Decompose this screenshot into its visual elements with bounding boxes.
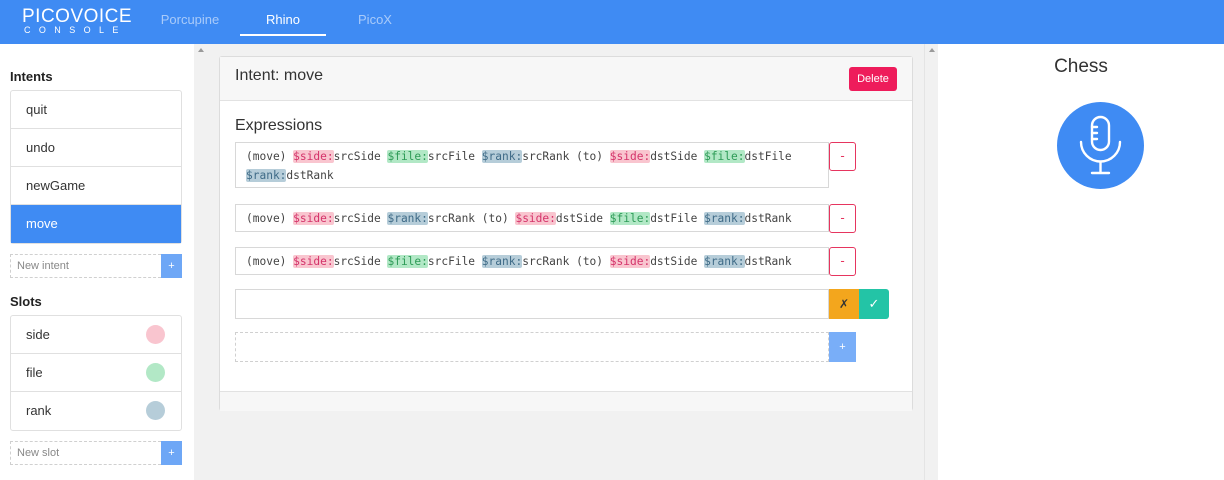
slot-label: rank [26, 403, 52, 418]
sidebar-scrollbar[interactable] [194, 44, 208, 480]
tab-rhino[interactable]: Rhino [240, 0, 326, 44]
slot-item-rank[interactable]: rank [11, 392, 181, 430]
slot-token-rank: $rank: [246, 169, 287, 182]
scroll-up-arrow-icon[interactable] [929, 48, 935, 52]
expression-text: srcRank (to) [522, 255, 610, 268]
expression-text: (move) [246, 150, 294, 163]
slot-token-rank: $rank: [704, 212, 745, 225]
top-nav-bar: PICOVOICE CONSOLE Porcupine Rhino PicoX [0, 0, 1224, 44]
add-expression-button[interactable]: + [829, 332, 856, 362]
picovoice-logo[interactable]: PICOVOICE CONSOLE [22, 7, 134, 37]
intent-item-newgame[interactable]: newGame [11, 167, 181, 205]
intent-title: Intent: move [235, 67, 324, 84]
expression-text: srcFile [427, 255, 482, 268]
expression-text: dstRank [744, 212, 792, 225]
tab-picox-label: PicoX [358, 12, 392, 27]
slot-token-rank: $rank: [704, 255, 745, 268]
expression-text: (move) [246, 255, 294, 268]
expressions-heading: Expressions [235, 117, 323, 134]
intent-card-footer [220, 391, 912, 411]
slot-token-rank: $rank: [481, 255, 523, 268]
expression-text: dstSide [650, 255, 705, 268]
tab-porcupine-label: Porcupine [160, 12, 220, 27]
slot-token-side: $side: [293, 150, 334, 163]
slot-item-file[interactable]: file [11, 354, 181, 392]
active-tab-indicator [240, 34, 326, 36]
slot-token-file: $file: [387, 255, 428, 268]
slot-token-side: $side: [609, 255, 651, 268]
confirm-expression-button[interactable]: ✓ [859, 289, 889, 319]
microphone-button[interactable] [1057, 102, 1144, 189]
expression-text: srcRank (to) [427, 212, 516, 225]
slot-list: side file rank [10, 315, 182, 431]
slot-token-file: $file: [704, 150, 745, 163]
cancel-expression-button[interactable]: ✗ [829, 289, 859, 319]
expression-text: srcRank (to) [522, 150, 610, 163]
expression-text: srcSide [333, 150, 388, 163]
slot-color-dot [146, 325, 165, 344]
intent-item-undo[interactable]: undo [11, 129, 181, 167]
slot-item-side[interactable]: side [11, 316, 181, 354]
slot-token-side: $side: [293, 255, 334, 268]
intents-heading: Intents [10, 69, 53, 84]
slot-token-side: $side: [515, 212, 556, 225]
new-slot-input[interactable] [10, 441, 161, 465]
slot-color-dot [146, 363, 165, 382]
remove-expression-button[interactable]: - [829, 142, 856, 171]
slot-token-side: $side: [293, 212, 334, 225]
expression-text: srcFile [427, 150, 482, 163]
expression-text: dstRank [286, 169, 334, 182]
intent-list: quit undo newGame move [10, 90, 182, 244]
tab-picox[interactable]: PicoX [344, 0, 406, 44]
expression-text: srcSide [333, 255, 388, 268]
remove-expression-button[interactable]: - [829, 247, 856, 276]
slot-token-file: $file: [387, 150, 428, 163]
remove-expression-button[interactable]: - [829, 204, 856, 233]
slot-color-dot [146, 401, 165, 420]
expression-row[interactable]: (move) $side:srcSide $file:srcFile $rank… [235, 247, 829, 275]
expression-text: (move) [246, 212, 294, 225]
slot-token-side: $side: [609, 150, 651, 163]
expression-text: dstFile [744, 150, 792, 163]
logo-main-text: PICOVOICE [22, 6, 133, 27]
slots-heading: Slots [10, 294, 42, 309]
slot-token-rank: $rank: [481, 150, 523, 163]
slot-token-file: $file: [609, 212, 651, 225]
new-expression-input[interactable] [235, 289, 829, 319]
intent-item-move[interactable]: move [11, 205, 181, 243]
intent-card: Intent: move Delete Expressions (move) $… [219, 56, 913, 411]
add-slot-button[interactable]: + [161, 441, 182, 465]
add-expression-placeholder[interactable] [235, 332, 829, 362]
editor-scrollbar[interactable] [924, 44, 938, 480]
expression-text: dstRank [744, 255, 792, 268]
new-slot-row: + [10, 441, 182, 465]
expression-text: srcSide [333, 212, 388, 225]
intent-item-quit[interactable]: quit [11, 91, 181, 129]
scroll-up-arrow-icon[interactable] [198, 48, 204, 52]
new-intent-row: + [10, 254, 182, 278]
tab-porcupine[interactable]: Porcupine [150, 0, 230, 44]
tab-rhino-label: Rhino [266, 12, 300, 27]
new-intent-input[interactable] [10, 254, 161, 278]
microphone-icon [1079, 115, 1122, 175]
slot-token-rank: $rank: [387, 212, 428, 225]
context-panel: Chess [938, 44, 1224, 480]
expression-text: dstSide [650, 150, 705, 163]
delete-intent-button[interactable]: Delete [849, 67, 897, 91]
expression-row[interactable]: (move) $side:srcSide $file:srcFile $rank… [235, 142, 829, 188]
expression-text: dstFile [650, 212, 705, 225]
add-intent-button[interactable]: + [161, 254, 182, 278]
expression-row[interactable]: (move) $side:srcSide $rank:srcRank (to) … [235, 204, 829, 232]
context-name: Chess [1054, 56, 1108, 77]
slot-label: file [26, 365, 43, 380]
expression-text: dstSide [555, 212, 610, 225]
logo-sub-text: CONSOLE [24, 25, 127, 35]
intent-card-header: Intent: move Delete [220, 57, 912, 101]
slot-label: side [26, 327, 50, 342]
